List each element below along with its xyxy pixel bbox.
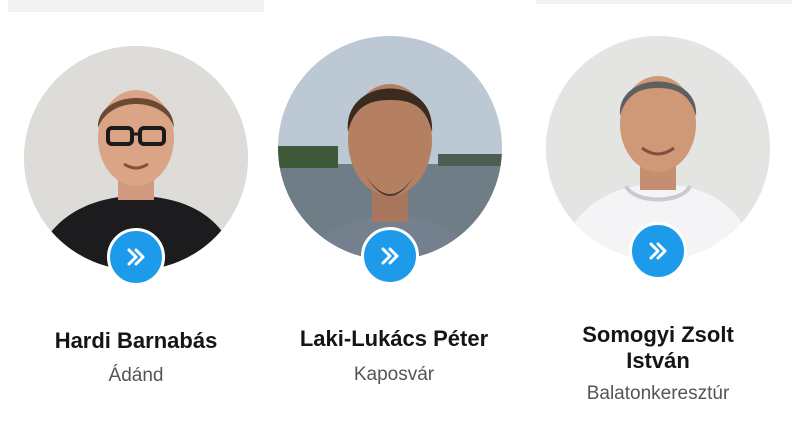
person-name[interactable]: Laki-Lukács Péter [264, 326, 524, 352]
double-chevron-right-icon [649, 242, 667, 260]
double-chevron-right-icon [381, 247, 399, 265]
person-card: Somogyi Zsolt István Balatonkeresztúr [528, 0, 788, 436]
more-button[interactable] [361, 227, 419, 285]
person-city: Kaposvár [353, 364, 435, 385]
person-card: Laki-Lukács Péter Kaposvár [264, 0, 524, 436]
person-name[interactable]: Somogyi Zsolt István [568, 322, 748, 374]
more-button[interactable] [629, 222, 687, 280]
person-city: Balatonkeresztúr [586, 383, 730, 404]
person-name[interactable]: Hardi Barnabás [6, 328, 266, 354]
person-city: Ádánd [108, 365, 164, 386]
person-card: Hardi Barnabás Ádánd [6, 0, 266, 436]
more-button[interactable] [107, 228, 165, 286]
double-chevron-right-icon [127, 248, 145, 266]
